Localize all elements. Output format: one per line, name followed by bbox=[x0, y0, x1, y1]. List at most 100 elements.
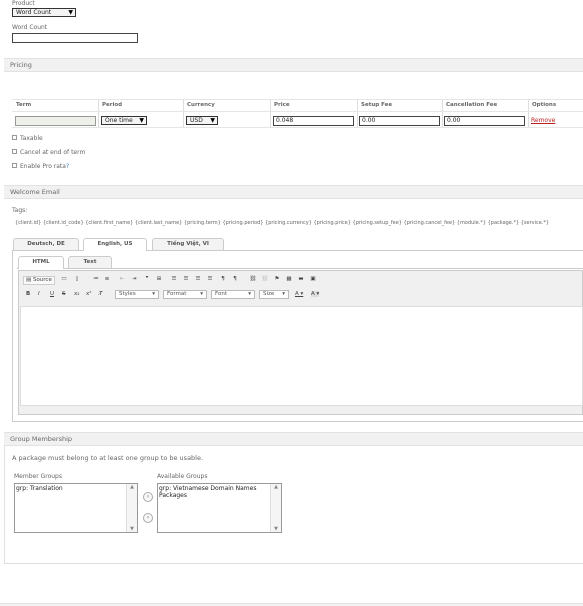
taxable-checkbox[interactable] bbox=[12, 135, 17, 140]
list-item[interactable]: Packages bbox=[159, 492, 280, 499]
scroll-up-icon[interactable]: ▲ bbox=[127, 484, 137, 490]
editor-content-area[interactable] bbox=[20, 306, 583, 406]
format-tabs-baseline bbox=[17, 268, 583, 269]
welcome-email-section-header: Welcome Email bbox=[4, 185, 583, 199]
chevron-down-icon: ▼ bbox=[68, 9, 73, 16]
font-combo[interactable]: Font ▾ bbox=[211, 290, 255, 299]
group-note: A package must belong to at least one gr… bbox=[12, 454, 204, 462]
remove-link[interactable]: Remove bbox=[531, 117, 555, 124]
product-select-value: Word Count bbox=[16, 9, 52, 16]
remove-format-icon[interactable]: T̸ bbox=[99, 291, 102, 297]
tags-list: {client.id} {client.id_code} {client.fir… bbox=[15, 220, 550, 226]
tab-deutsch[interactable]: Deutsch, DE bbox=[13, 238, 79, 250]
horizontal-rule-icon[interactable]: ▬ bbox=[297, 276, 305, 282]
available-list-scrollbar[interactable]: ▲ ▼ bbox=[270, 484, 281, 532]
chevron-down-icon: ▼ bbox=[139, 117, 144, 124]
member-list-scrollbar[interactable]: ▲ ▼ bbox=[126, 484, 137, 532]
scroll-down-icon[interactable]: ▼ bbox=[271, 526, 281, 532]
scroll-down-icon[interactable]: ▼ bbox=[127, 526, 137, 532]
tab-text[interactable]: Text bbox=[68, 256, 112, 268]
pro-rata-label: Enable Pro rata bbox=[20, 163, 66, 170]
member-groups-label: Member Groups bbox=[14, 473, 62, 480]
taxable-label: Taxable bbox=[20, 135, 43, 142]
setup-fee-input[interactable]: 0.00 bbox=[359, 116, 440, 126]
section-border bbox=[4, 446, 5, 564]
size-combo[interactable]: Size ▾ bbox=[259, 290, 289, 299]
cancel-end-checkbox[interactable] bbox=[12, 149, 17, 154]
unlink-icon[interactable]: ⛓ bbox=[261, 276, 269, 282]
size-combo-label: Size bbox=[263, 291, 275, 297]
pricing-section-header: Pricing bbox=[4, 58, 583, 72]
chevron-down-icon: ▾ bbox=[152, 291, 155, 297]
word-count-label: Word Count bbox=[12, 24, 48, 31]
subscript-icon[interactable]: x₂ bbox=[74, 291, 79, 297]
image-icon[interactable]: ▣ bbox=[309, 276, 317, 282]
pro-rata-checkbox[interactable] bbox=[12, 163, 17, 168]
editor-toolbar-row-1: ▤ Source ▭ ▯ ≔ ≡ ⇤ ⇥ ❞ ⊞ ☰ ☰ ☰ ☰ ¶ ¶ ⛓ ⛓… bbox=[23, 276, 583, 286]
background-color-icon[interactable]: A ▾ bbox=[311, 291, 320, 297]
source-icon: ▤ bbox=[26, 277, 32, 283]
tab-html[interactable]: HTML bbox=[18, 256, 64, 269]
chevron-down-icon: ▾ bbox=[282, 291, 285, 297]
chevron-down-icon: ▾ bbox=[200, 291, 203, 297]
align-center-icon[interactable]: ☰ bbox=[182, 276, 190, 282]
italic-icon[interactable]: I bbox=[38, 291, 40, 297]
superscript-icon[interactable]: x² bbox=[86, 291, 91, 297]
col-term: Term bbox=[16, 102, 32, 108]
bold-icon[interactable]: B bbox=[26, 291, 30, 297]
cancellation-fee-input[interactable]: 0.00 bbox=[444, 116, 525, 126]
period-select[interactable]: One time ▼ bbox=[101, 116, 147, 125]
available-groups-list[interactable]: grp: Vietnamese Domain Names Packages bbox=[157, 483, 282, 533]
section-bottom-border bbox=[4, 563, 583, 564]
underline-icon[interactable]: U bbox=[50, 291, 54, 297]
tab-vietnamese[interactable]: Tiếng Việt, VI bbox=[152, 238, 224, 250]
word-count-input[interactable] bbox=[12, 33, 138, 43]
table-icon[interactable]: ▦ bbox=[285, 276, 293, 282]
div-icon[interactable]: ⊞ bbox=[155, 276, 163, 282]
chevron-down-icon: ▼ bbox=[210, 117, 215, 124]
styles-combo[interactable]: Styles ▾ bbox=[115, 290, 159, 299]
blockquote-icon[interactable]: ❞ bbox=[143, 276, 151, 282]
align-left-icon[interactable]: ☰ bbox=[170, 276, 178, 282]
currency-select[interactable]: USD ▼ bbox=[186, 116, 218, 125]
align-right-icon[interactable]: ☰ bbox=[194, 276, 202, 282]
scroll-up-icon[interactable]: ▲ bbox=[271, 484, 281, 490]
list-item[interactable]: grp: Vietnamese Domain Names bbox=[159, 485, 280, 492]
group-membership-section-header: Group Membership bbox=[4, 432, 583, 446]
price-input[interactable]: 0.048 bbox=[273, 116, 354, 126]
rtl-icon[interactable]: ¶ bbox=[231, 276, 239, 282]
format-combo[interactable]: Format ▾ bbox=[163, 290, 207, 299]
product-select[interactable]: Word Count ▼ bbox=[12, 8, 76, 17]
available-groups-label: Available Groups bbox=[157, 473, 208, 480]
ltr-icon[interactable]: ¶ bbox=[219, 276, 227, 282]
anchor-flag-icon[interactable]: ⚑ bbox=[273, 276, 281, 282]
preview-icon[interactable]: ▭ bbox=[60, 276, 68, 282]
source-button[interactable]: ▤ Source bbox=[23, 276, 55, 285]
table-divider bbox=[12, 111, 583, 112]
tags-label: Tags: bbox=[12, 207, 28, 214]
table-divider bbox=[12, 127, 583, 128]
font-combo-label: Font bbox=[215, 291, 227, 297]
text-color-icon[interactable]: A ▾ bbox=[295, 291, 303, 297]
indent-icon[interactable]: ⇥ bbox=[130, 276, 138, 282]
strikethrough-icon[interactable]: S bbox=[62, 291, 66, 297]
outdent-icon[interactable]: ⇤ bbox=[118, 276, 126, 282]
term-input[interactable] bbox=[15, 116, 96, 126]
period-select-value: One time bbox=[105, 117, 133, 124]
move-left-icon[interactable]: ‹ bbox=[143, 492, 153, 502]
chevron-down-icon: ▾ bbox=[248, 291, 251, 297]
link-icon[interactable]: ⛓ bbox=[249, 276, 257, 282]
move-right-icon[interactable]: › bbox=[143, 513, 153, 523]
product-label: Product bbox=[12, 0, 35, 7]
numbered-list-icon[interactable]: ≔ bbox=[92, 276, 100, 282]
justify-icon[interactable]: ☰ bbox=[206, 276, 214, 282]
editor-toolbar-row-2: B I U S x₂ x² T̸ Styles ▾ Format ▾ Font … bbox=[23, 290, 583, 302]
list-item[interactable]: grp: Translation bbox=[16, 485, 136, 492]
currency-select-value: USD bbox=[190, 117, 203, 124]
styles-combo-label: Styles bbox=[119, 291, 136, 297]
templates-icon[interactable]: ▯ bbox=[73, 276, 81, 282]
bulleted-list-icon[interactable]: ≡ bbox=[103, 276, 111, 282]
help-icon[interactable]: ? bbox=[66, 163, 69, 170]
member-groups-list[interactable]: grp: Translation bbox=[14, 483, 138, 533]
format-combo-label: Format bbox=[167, 291, 187, 297]
